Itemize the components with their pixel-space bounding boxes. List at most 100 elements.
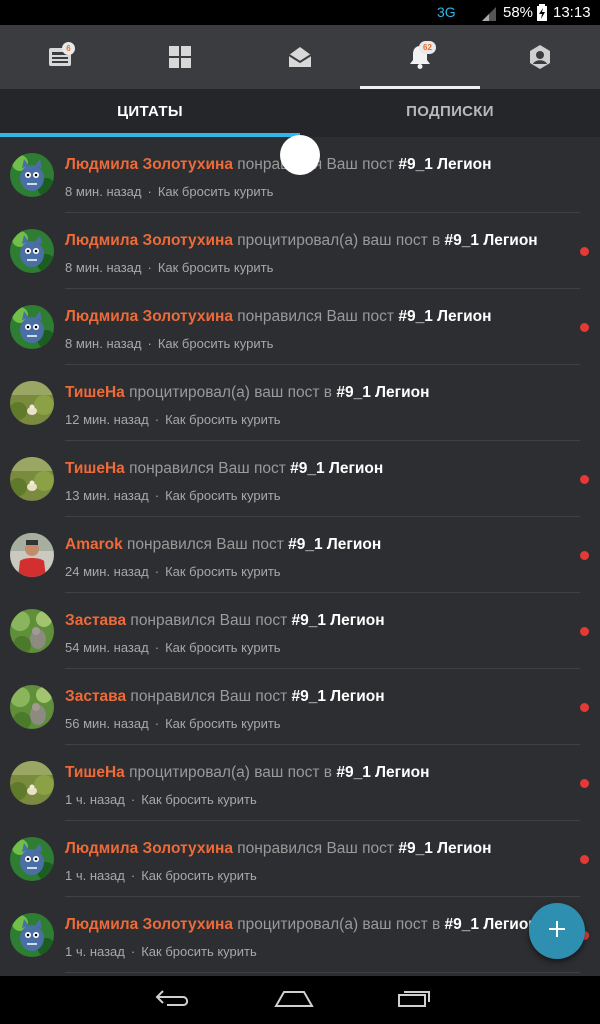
- post-link[interactable]: #9_1 Легион: [398, 156, 491, 173]
- back-button[interactable]: [133, 976, 213, 1024]
- notification-text: ТишеНа процитировал(а) ваш пост в #9_1 Л…: [65, 384, 429, 402]
- avatar[interactable]: [10, 229, 54, 273]
- back-icon: [155, 989, 191, 1012]
- home-button[interactable]: [254, 976, 334, 1024]
- tab-subscriptions[interactable]: ПОДПИСКИ: [300, 89, 600, 134]
- touch-indicator: [280, 135, 320, 175]
- avatar[interactable]: [10, 533, 54, 577]
- notification-item[interactable]: ТишеНа процитировал(а) ваш пост в #9_1 Л…: [0, 745, 600, 821]
- notifications-badge: 62: [419, 41, 436, 54]
- user-name[interactable]: Людмила Золотухина: [65, 156, 233, 173]
- system-navigation-bar: [0, 976, 600, 1024]
- compose-fab-button[interactable]: [529, 903, 585, 959]
- nav-mail-button[interactable]: [240, 25, 360, 89]
- nav-profile-button[interactable]: [480, 25, 600, 89]
- topic-link[interactable]: Как бросить курить: [165, 640, 281, 655]
- post-link[interactable]: #9_1 Легион: [398, 840, 491, 857]
- post-link[interactable]: #9_1 Легион: [445, 916, 538, 933]
- user-name[interactable]: ТишеНа: [65, 460, 125, 477]
- user-name[interactable]: Amarok: [65, 536, 123, 553]
- user-name[interactable]: Людмила Золотухина: [65, 232, 233, 249]
- unread-indicator: [580, 475, 589, 484]
- timestamp: 1 ч. назад: [65, 944, 125, 959]
- user-name[interactable]: Людмила Золотухина: [65, 916, 233, 933]
- avatar[interactable]: [10, 609, 54, 653]
- post-link[interactable]: #9_1 Легион: [288, 536, 381, 553]
- topic-link[interactable]: Как бросить курить: [165, 716, 281, 731]
- notification-item[interactable]: ТишеНа понравился Ваш пост #9_1 Легион 13…: [0, 441, 600, 517]
- action-text: понравился Ваш пост: [130, 612, 288, 629]
- topic-link[interactable]: Как бросить курить: [141, 868, 257, 883]
- user-name[interactable]: Застава: [65, 612, 126, 629]
- user-name[interactable]: ТишеНа: [65, 764, 125, 781]
- timestamp: 24 мин. назад: [65, 564, 149, 579]
- notification-list[interactable]: Людмила Золотухина понравился Ваш пост #…: [0, 137, 600, 976]
- post-link[interactable]: #9_1 Легион: [290, 460, 383, 477]
- user-name[interactable]: Застава: [65, 688, 126, 705]
- topic-link[interactable]: Как бросить курить: [158, 336, 274, 351]
- nav-notifications-button[interactable]: 62: [360, 25, 480, 89]
- notification-item[interactable]: Людмила Золотухина процитировал(а) ваш п…: [0, 897, 600, 973]
- avatar[interactable]: [10, 153, 54, 197]
- tab-bar: ЦИТАТЫ ПОДПИСКИ: [0, 89, 600, 137]
- user-name[interactable]: ТишеНа: [65, 384, 125, 401]
- mail-icon: [288, 46, 312, 68]
- topic-link[interactable]: Как бросить курить: [158, 184, 274, 199]
- topic-link[interactable]: Как бросить курить: [158, 260, 274, 275]
- unread-indicator: [580, 323, 589, 332]
- avatar[interactable]: [10, 381, 54, 425]
- top-navigation: 6 62: [0, 25, 600, 89]
- topic-link[interactable]: Как бросить курить: [165, 412, 281, 427]
- avatar[interactable]: [10, 685, 54, 729]
- post-link[interactable]: #9_1 Легион: [292, 612, 385, 629]
- user-name[interactable]: Людмила Золотухина: [65, 840, 233, 857]
- nav-feed-button[interactable]: 6: [0, 25, 120, 89]
- notification-text: Застава понравился Ваш пост #9_1 Легион: [65, 612, 385, 630]
- action-text: понравился Ваш пост: [129, 460, 286, 477]
- timestamp: 1 ч. назад: [65, 792, 125, 807]
- notification-meta: 8 мин. назад · Как бросить курить: [65, 336, 273, 351]
- notification-item[interactable]: Застава понравился Ваш пост #9_1 Легион 5…: [0, 593, 600, 669]
- notification-item[interactable]: ТишеНа процитировал(а) ваш пост в #9_1 Л…: [0, 365, 600, 441]
- signal-icon: [480, 5, 498, 26]
- notification-item[interactable]: Amarok понравился Ваш пост #9_1 Легион 24…: [0, 517, 600, 593]
- topic-link[interactable]: Как бросить курить: [165, 488, 281, 503]
- topic-link[interactable]: Как бросить курить: [141, 792, 257, 807]
- notification-text: Застава понравился Ваш пост #9_1 Легион: [65, 688, 385, 706]
- avatar[interactable]: [10, 457, 54, 501]
- notification-item[interactable]: Людмила Золотухина понравился Ваш пост #…: [0, 289, 600, 365]
- post-link[interactable]: #9_1 Легион: [398, 308, 491, 325]
- recents-button[interactable]: [375, 976, 455, 1024]
- avatar[interactable]: [10, 305, 54, 349]
- action-text: процитировал(а) ваш пост в: [237, 232, 441, 249]
- nav-grid-button[interactable]: [120, 25, 240, 89]
- avatar[interactable]: [10, 761, 54, 805]
- unread-indicator: [580, 703, 589, 712]
- notification-text: ТишеНа понравился Ваш пост #9_1 Легион: [65, 460, 383, 478]
- notification-meta: 56 мин. назад · Как бросить курить: [65, 716, 281, 731]
- avatar[interactable]: [10, 913, 54, 957]
- tab-quotes[interactable]: ЦИТАТЫ: [0, 89, 300, 134]
- notification-item[interactable]: Застава понравился Ваш пост #9_1 Легион 5…: [0, 669, 600, 745]
- topic-link[interactable]: Как бросить курить: [141, 944, 257, 959]
- separator: ·: [147, 184, 152, 199]
- action-text: понравился Ваш пост: [127, 536, 284, 553]
- grid-icon: [169, 46, 191, 68]
- network-type: 3G: [437, 4, 456, 20]
- notification-item[interactable]: Людмила Золотухина процитировал(а) ваш п…: [0, 213, 600, 289]
- post-link[interactable]: #9_1 Легион: [336, 764, 429, 781]
- notification-meta: 1 ч. назад · Как бросить курить: [65, 868, 257, 883]
- post-link[interactable]: #9_1 Легион: [292, 688, 385, 705]
- notification-item[interactable]: Людмила Золотухина понравился Ваш пост #…: [0, 821, 600, 897]
- battery-percent: 58%: [503, 4, 534, 21]
- action-text: понравился Ваш пост: [130, 688, 288, 705]
- separator: ·: [154, 564, 160, 579]
- topic-link[interactable]: Как бросить курить: [165, 564, 281, 579]
- post-link[interactable]: #9_1 Легион: [445, 232, 538, 249]
- post-link[interactable]: #9_1 Легион: [336, 384, 429, 401]
- timestamp: 54 мин. назад: [65, 640, 149, 655]
- notification-meta: 13 мин. назад · Как бросить курить: [65, 488, 281, 503]
- avatar[interactable]: [10, 837, 54, 881]
- notification-meta: 8 мин. назад · Как бросить курить: [65, 260, 273, 275]
- user-name[interactable]: Людмила Золотухина: [65, 308, 233, 325]
